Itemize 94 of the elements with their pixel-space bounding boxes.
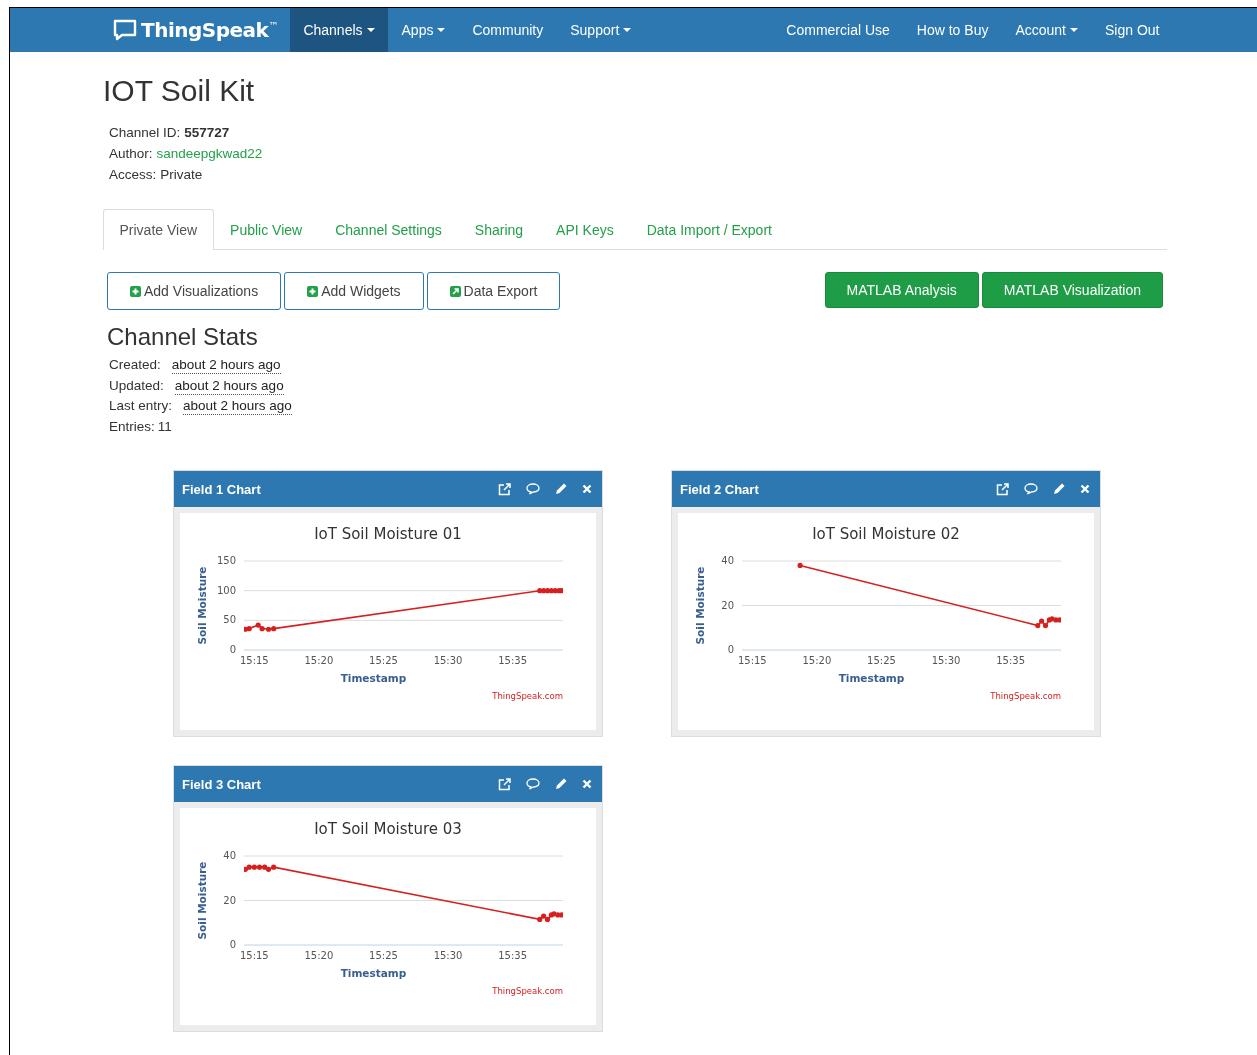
x-tick-label: 15:25 [867, 655, 896, 666]
plus-icon [130, 285, 141, 297]
x-axis-label: Timestamp [340, 672, 407, 684]
external-link-icon[interactable] [996, 482, 1009, 496]
tab[interactable]: Data Import / Export [630, 209, 789, 249]
tab[interactable]: API Keys [539, 209, 631, 249]
x-tick-label: 15:30 [433, 655, 463, 666]
comment-icon[interactable] [1024, 483, 1038, 495]
y-axis-label: Soil Moisture [196, 566, 208, 645]
nav-link[interactable]: Sign Out [1091, 8, 1173, 52]
nav-link[interactable]: Commercial Use [772, 8, 904, 52]
logo-text: ThingSpeak$^{™}$ [141, 18, 278, 42]
stat-label: Updated: [109, 377, 164, 395]
nav-link[interactable]: Support [556, 8, 645, 52]
tab[interactable]: Public View [213, 209, 319, 249]
y-tick-label: 100 [216, 584, 236, 596]
x-tick-label: 15:20 [304, 655, 334, 666]
info-label: Author: [109, 146, 153, 163]
stat-value: about 2 hours ago [174, 377, 284, 395]
stat-value: about 2 hours ago [183, 398, 292, 415]
channel-title: IOT Soil Kit [103, 74, 256, 108]
x-tick-label: 15:20 [802, 655, 832, 666]
tab[interactable]: Private View [103, 209, 214, 250]
comment-icon[interactable] [526, 483, 540, 495]
info-label: Access: [109, 167, 157, 184]
stat-value: 11 [157, 418, 172, 436]
nav-link[interactable]: Apps [388, 8, 459, 52]
export-button[interactable]: Data Export [426, 272, 561, 310]
nav-link[interactable]: Community [458, 8, 557, 52]
nav-link[interactable]: How to Buy [903, 8, 1002, 52]
x-axis-label: Timestamp [838, 672, 905, 684]
export-icon [449, 285, 461, 297]
y-tick-label: 50 [223, 614, 236, 626]
pencil-icon[interactable] [555, 778, 567, 790]
close-icon[interactable] [582, 779, 592, 789]
chart-title: IoT Soil Moisture 02 [812, 525, 960, 543]
pencil-icon[interactable] [1053, 483, 1065, 495]
y-axis-label: Soil Moisture [694, 566, 706, 645]
close-icon[interactable] [1080, 484, 1090, 494]
x-tick-label: 15:35 [498, 655, 528, 666]
x-tick-label: 15:35 [498, 950, 528, 961]
y-axis-label: Soil Moisture [196, 861, 208, 940]
add-button[interactable]: Add Visualizations [107, 272, 282, 310]
x-tick-label: 15:30 [433, 950, 463, 961]
matlab-button[interactable]: MATLAB Analysis [824, 272, 979, 308]
x-tick-label: 15:15 [239, 950, 269, 961]
close-icon[interactable] [582, 484, 592, 494]
y-tick-label: 20 [223, 894, 236, 906]
info-label: Channel ID: [109, 125, 181, 142]
panel-title: Field 2 Chart [680, 481, 759, 497]
chart-title: IoT Soil Moisture 03 [314, 820, 462, 838]
external-link-icon[interactable] [498, 482, 511, 496]
x-tick-label: 15:15 [737, 655, 767, 666]
tab[interactable]: Channel Settings [318, 209, 459, 249]
stat-label: Created: [109, 357, 161, 374]
nav-link[interactable]: Channels [289, 8, 389, 52]
external-link-icon[interactable] [498, 777, 511, 791]
x-tick-label: 15:25 [369, 950, 398, 961]
x-tick-label: 15:20 [304, 950, 334, 961]
y-tick-label: 40 [721, 555, 734, 566]
info-value: 557727 [184, 125, 230, 142]
y-tick-label: 20 [721, 599, 734, 611]
chart-credit[interactable]: ThingSpeak.com [492, 986, 563, 996]
author-link[interactable]: sandeepgkwad22 [156, 146, 263, 167]
nav-link[interactable]: Account [1001, 8, 1092, 52]
info-value: Private [160, 167, 203, 184]
add-button[interactable]: Add Widgets [284, 272, 424, 310]
tab[interactable]: Sharing [458, 209, 540, 249]
y-tick-label: 40 [223, 850, 236, 861]
y-tick-label: 0 [229, 939, 236, 950]
data-point [797, 562, 803, 569]
stat-value: about 2 hours ago [171, 357, 281, 374]
panel-title: Field 1 Chart [182, 481, 261, 497]
speech-bubble-icon [113, 19, 137, 41]
y-tick-label: 0 [229, 644, 236, 655]
section-title: Channel Stats [107, 323, 259, 351]
logo[interactable]: ThingSpeak$^{™}$ [113, 8, 278, 52]
stat-label: Entries: [109, 418, 155, 436]
panel-title: Field 3 Chart [182, 776, 261, 792]
y-tick-label: 0 [727, 644, 734, 655]
x-tick-label: 15:35 [996, 655, 1026, 666]
chart-title: IoT Soil Moisture 01 [314, 525, 462, 543]
stat-label: Last entry: [109, 398, 173, 415]
plus-icon [307, 285, 319, 297]
pencil-icon[interactable] [555, 483, 567, 495]
x-tick-label: 15:15 [239, 655, 269, 666]
chart-credit[interactable]: ThingSpeak.com [492, 691, 563, 701]
chart-credit[interactable]: ThingSpeak.com [990, 691, 1061, 701]
y-tick-label: 150 [216, 555, 236, 566]
matlab-button[interactable]: MATLAB Visualization [981, 272, 1163, 308]
x-tick-label: 15:25 [369, 655, 398, 666]
comment-icon[interactable] [526, 778, 540, 790]
x-tick-label: 15:30 [931, 655, 961, 666]
x-axis-label: Timestamp [340, 967, 407, 979]
